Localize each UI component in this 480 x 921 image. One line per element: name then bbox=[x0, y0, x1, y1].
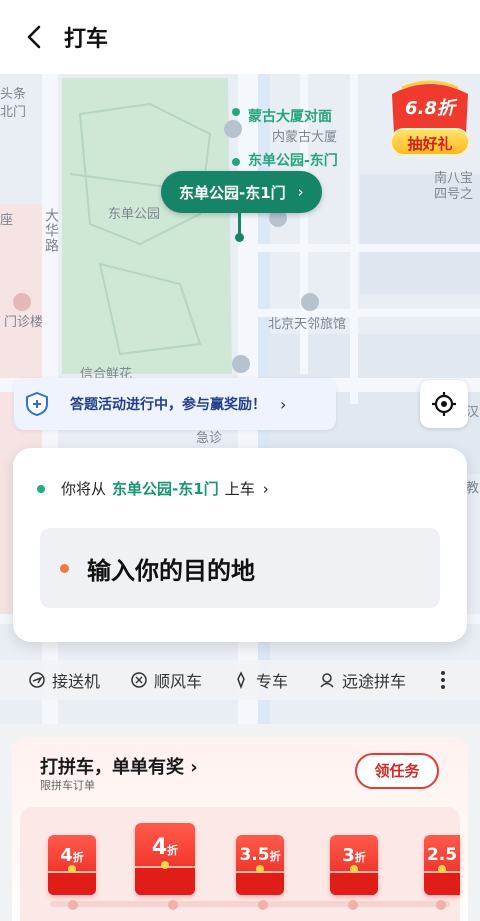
map-label-left-edge: 座 bbox=[0, 213, 14, 228]
coupon-flap bbox=[330, 871, 378, 895]
service-label: 顺风车 bbox=[154, 672, 203, 691]
coupon-number: 4 bbox=[60, 845, 73, 866]
pickup-point-bubble[interactable]: 东单公园-东1门 › bbox=[161, 171, 322, 213]
map-label-road: 大华路 bbox=[43, 208, 59, 253]
map-label-right-d: 教 bbox=[466, 481, 480, 496]
back-button[interactable] bbox=[20, 23, 48, 51]
airport-icon bbox=[29, 672, 45, 688]
carpool-icon bbox=[320, 673, 334, 688]
pickup-suffix: 上车 bbox=[224, 480, 255, 498]
pickup-place: 东单公园-东1门 bbox=[112, 480, 219, 498]
pickup-dot-icon bbox=[37, 485, 45, 493]
progress-dot bbox=[258, 900, 268, 910]
destination-placeholder: 输入你的目的地 bbox=[87, 556, 255, 585]
reward-title-text: 打拼车，单单有奖 bbox=[40, 757, 184, 778]
progress-dot bbox=[168, 900, 178, 910]
coupon-unit: 折 bbox=[269, 850, 281, 863]
destination-dot-icon bbox=[60, 563, 69, 573]
coupon-item[interactable]: 3折 bbox=[330, 835, 378, 895]
coupon-unit: 折 bbox=[354, 851, 366, 864]
map-label-park: 东单公园 bbox=[108, 207, 161, 222]
destination-input[interactable]: 输入你的目的地 bbox=[40, 528, 440, 608]
progress-dot bbox=[68, 900, 78, 910]
coupon-value: 4折 bbox=[135, 823, 195, 860]
coupon-value: 3折 bbox=[330, 835, 378, 866]
hitch-icon bbox=[131, 672, 147, 688]
map-label-topleft: 头条 北门 bbox=[0, 87, 27, 120]
top-bar: 打车 bbox=[0, 0, 480, 74]
promo-badge[interactable]: 6.8折 抽好礼 bbox=[384, 74, 476, 162]
progress-dot bbox=[436, 900, 446, 910]
coupon-value: 2.5 bbox=[424, 835, 460, 865]
coupon-number: 3 bbox=[342, 845, 355, 866]
map-label-right-b: 四号之 bbox=[434, 187, 474, 202]
map-label-jizhen: 急诊 bbox=[196, 431, 223, 446]
coupon-unit: 折 bbox=[167, 844, 179, 857]
reward-subtitle: 限拼车订单 bbox=[40, 779, 95, 792]
crosshair-icon bbox=[432, 392, 456, 416]
service-label: 接送机 bbox=[52, 672, 101, 691]
coupon-item[interactable]: 2.5 bbox=[424, 835, 460, 895]
coupon-unit: 折 bbox=[72, 851, 84, 864]
coupon-number: 2.5 bbox=[426, 845, 458, 865]
pickup-pin-icon bbox=[235, 233, 244, 242]
progress-dot bbox=[348, 900, 358, 910]
chevron-right-icon: › bbox=[280, 394, 287, 414]
service-label: 远途拼车 bbox=[342, 672, 407, 691]
service-carpool[interactable]: 远途拼车 bbox=[318, 668, 406, 692]
map-label-poi-1[interactable]: 蒙古大厦对面 bbox=[248, 108, 332, 126]
map-label-poi-2[interactable]: 东单公园-东门 bbox=[248, 152, 338, 170]
premium-car-icon bbox=[237, 671, 245, 689]
coupon-flap bbox=[48, 871, 96, 895]
coupon-item[interactable]: 3.5折 bbox=[236, 835, 284, 895]
shield-plus-icon bbox=[26, 391, 48, 417]
coupon-value: 3.5折 bbox=[236, 835, 284, 865]
service-airport[interactable]: 接送机 bbox=[28, 668, 100, 692]
service-label: 专车 bbox=[256, 672, 289, 691]
coupon-flap bbox=[236, 871, 284, 895]
pickup-prefix: 你将从 bbox=[61, 480, 107, 498]
service-hitch[interactable]: 顺风车 bbox=[130, 668, 202, 692]
reward-card: 打拼车，单单有奖 › 限拼车订单 领任务 4折 4折 3.5折 3折 2.5 bbox=[12, 737, 468, 921]
service-tabs: 接送机 顺风车 专车 远途拼车 bbox=[0, 660, 480, 700]
trip-card: 你将从 东单公园-东1门 上车 › 输入你的目的地 bbox=[13, 448, 467, 642]
coupon-number: 3.5 bbox=[239, 845, 270, 865]
progress-track bbox=[50, 901, 450, 907]
pickup-point-label: 东单公园-东1门 bbox=[179, 183, 286, 202]
quiz-banner[interactable]: 答题活动进行中，参与赢奖励！ › bbox=[14, 378, 336, 430]
map-label-clinic: 门诊楼 bbox=[4, 315, 44, 330]
chevron-right-icon: › bbox=[190, 757, 198, 778]
chevron-left-icon bbox=[27, 25, 41, 49]
coupon-number: 4 bbox=[151, 835, 168, 860]
promo-discount: 6.8折 bbox=[405, 98, 455, 119]
map-label-hotel: 北京天邻旅馆 bbox=[268, 317, 347, 332]
chevron-right-icon: › bbox=[297, 183, 304, 201]
quiz-banner-text: 答题活动进行中，参与赢奖励！ bbox=[70, 397, 266, 413]
reward-title[interactable]: 打拼车，单单有奖 › bbox=[40, 753, 198, 779]
service-premium[interactable]: 专车 bbox=[232, 668, 288, 692]
coupon-item[interactable]: 4折 bbox=[48, 835, 96, 895]
coupon-flap bbox=[135, 866, 195, 895]
chevron-right-icon: › bbox=[262, 479, 269, 498]
get-task-button[interactable]: 领任务 bbox=[355, 753, 439, 789]
coupon-flap bbox=[424, 871, 460, 895]
more-vertical-icon[interactable] bbox=[440, 670, 446, 690]
map-label-poi-1-sub: 内蒙古大厦 bbox=[272, 130, 338, 145]
coupon-value: 4折 bbox=[48, 835, 96, 866]
page-title: 打车 bbox=[64, 27, 109, 52]
coupon-item[interactable]: 4折 bbox=[135, 823, 195, 895]
promo-label: 抽好礼 bbox=[390, 128, 470, 156]
locate-me-button[interactable] bbox=[420, 380, 468, 428]
pickup-row[interactable]: 你将从 东单公园-东1门 上车 › bbox=[37, 478, 269, 499]
